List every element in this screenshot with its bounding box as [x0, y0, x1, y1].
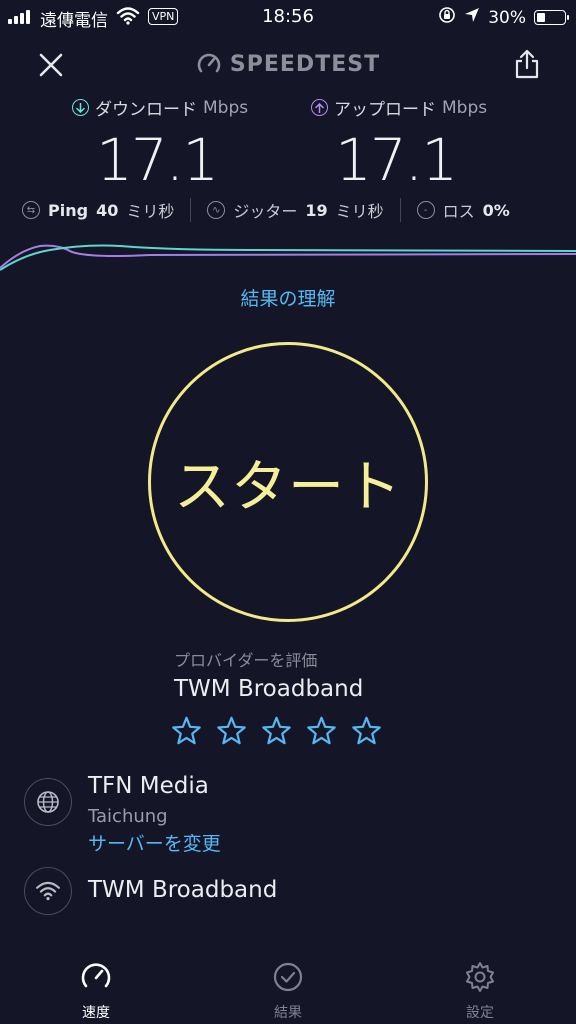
status-right: 30% [438, 6, 569, 29]
tab-bar: 速度 結果 設定 [0, 950, 576, 1024]
tab-settings-label: 設定 [466, 1005, 494, 1021]
upload-value: 17.1 [335, 126, 458, 194]
speedometer-icon [81, 963, 111, 988]
speed-graph [0, 244, 576, 271]
download-graph-line [0, 244, 576, 271]
change-server-link[interactable]: サーバーを変更 [88, 829, 221, 856]
tab-results[interactable]: 結果 [238, 960, 338, 1022]
wifi-icon [36, 881, 60, 901]
ping-value: 40 [96, 200, 119, 220]
battery-icon [534, 10, 569, 25]
upload-arrow-icon [311, 99, 328, 116]
rate-provider-label: プロバイダーを評価 [174, 651, 318, 670]
share-button[interactable] [514, 48, 540, 84]
upload-graph-line [0, 244, 576, 269]
divider [399, 198, 401, 222]
jitter-label: ジッター [233, 202, 298, 221]
start-button[interactable]: スタート [148, 342, 428, 622]
ping-icon: ⇆ [22, 201, 40, 219]
logo-text: SPEEDTEST [229, 51, 381, 77]
server-name: TFN Media [88, 773, 209, 799]
loss-value: 0% [482, 200, 510, 220]
jitter-stat: ∿ ジッター 19 ミリ秒 [207, 198, 384, 222]
server-globe-button [24, 778, 72, 826]
download-label-text: ダウンロード [95, 100, 197, 120]
globe-icon [37, 791, 59, 813]
server-location: Taichung [88, 806, 168, 827]
check-circle-icon [273, 962, 303, 992]
star-icon[interactable] [215, 715, 248, 748]
star-icon[interactable] [350, 715, 383, 748]
share-icon [515, 49, 539, 79]
upload-label: アップロード Mbps [311, 95, 487, 120]
ping-unit: ミリ秒 [126, 202, 175, 221]
tab-speed[interactable]: 速度 [46, 960, 146, 1022]
speedtest-logo-icon [197, 53, 221, 73]
latency-stats: ⇆ Ping 40 ミリ秒 ∿ ジッター 19 ミリ秒 - ロス 0% [22, 198, 562, 222]
ping-stat: ⇆ Ping 40 ミリ秒 [22, 198, 174, 222]
upload-label-text: アップロード [334, 100, 436, 120]
upload-unit: Mbps [442, 97, 488, 118]
jitter-value: 19 [305, 200, 328, 220]
location-arrow-icon [464, 7, 480, 28]
rating-stars [170, 715, 383, 748]
jitter-icon: ∿ [207, 201, 226, 219]
download-unit: Mbps [203, 97, 249, 118]
status-bar: 遠傳電信 VPN 18:56 30% [0, 0, 576, 34]
speedtest-logo: SPEEDTEST [0, 51, 576, 77]
download-value: 17.1 [96, 126, 219, 194]
tab-results-label: 結果 [274, 1005, 302, 1021]
loss-icon: - [416, 201, 435, 219]
start-label: スタート [174, 454, 402, 520]
rotation-lock-icon [438, 6, 456, 29]
star-icon[interactable] [260, 715, 293, 748]
download-label: ダウンロード Mbps [72, 95, 248, 120]
loss-stat: - ロス 0% [416, 198, 510, 222]
tab-speed-label: 速度 [82, 1005, 110, 1021]
gear-icon [466, 962, 494, 992]
rated-provider-name: TWM Broadband [174, 676, 364, 702]
divider [190, 198, 192, 222]
understand-results-link[interactable]: 結果の理解 [0, 284, 576, 311]
connection-wifi-badge [24, 867, 72, 915]
tab-settings[interactable]: 設定 [430, 960, 530, 1022]
battery-percent: 30% [488, 7, 526, 28]
jitter-unit: ミリ秒 [335, 202, 384, 221]
star-icon[interactable] [170, 715, 203, 748]
download-arrow-icon [72, 99, 89, 116]
star-icon[interactable] [305, 715, 338, 748]
ping-label: Ping [48, 200, 89, 220]
connection-provider: TWM Broadband [88, 877, 278, 903]
loss-label: ロス [442, 202, 475, 221]
